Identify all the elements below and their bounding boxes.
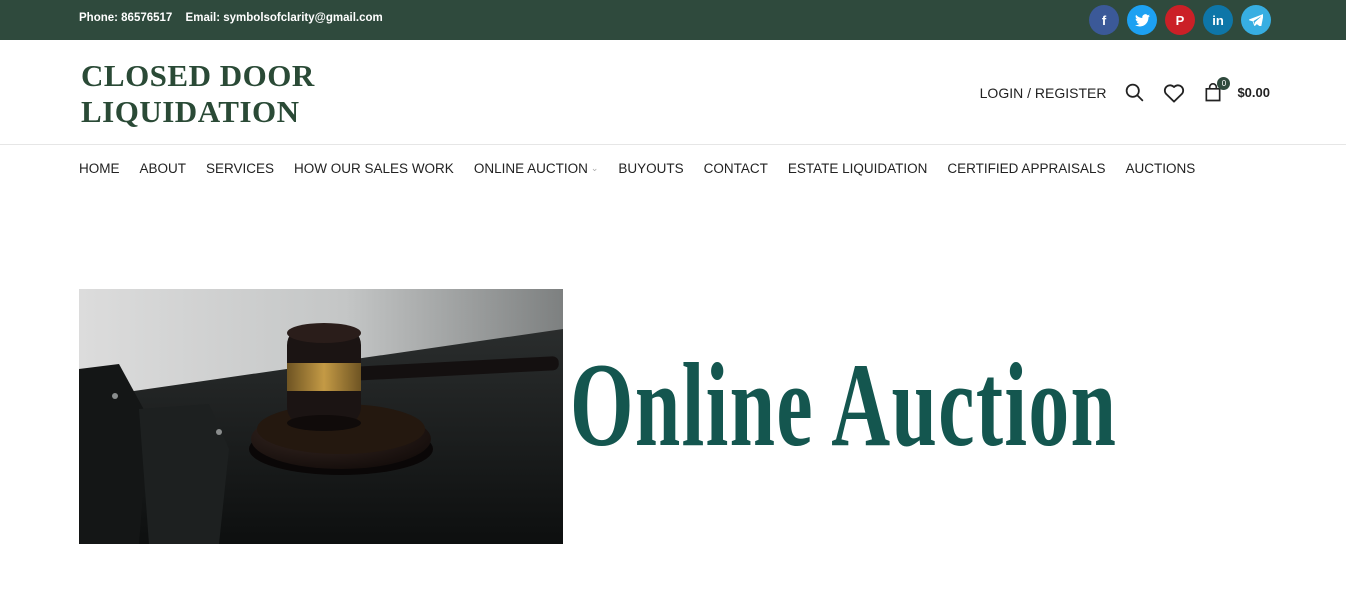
gavel-image bbox=[79, 289, 563, 544]
heart-icon[interactable] bbox=[1163, 83, 1185, 103]
social-links: f P in bbox=[1089, 5, 1271, 35]
nav-about[interactable]: ABOUT bbox=[140, 161, 187, 176]
nav-home[interactable]: HOME bbox=[79, 161, 120, 176]
logo-line-2: LIQUIDATION bbox=[81, 94, 300, 129]
nav-services[interactable]: SERVICES bbox=[206, 161, 274, 176]
top-bar: Phone: 86576517 Email: symbolsofclarity@… bbox=[0, 0, 1346, 40]
chevron-down-icon: ⌄ bbox=[590, 163, 599, 173]
nav-online-auction-label: ONLINE AUCTION bbox=[473, 161, 588, 176]
nav-online-auction[interactable]: ONLINE AUCTION ⌄ bbox=[474, 161, 599, 176]
email-text[interactable]: Email: symbolsofclarity@gmail.com bbox=[186, 12, 383, 24]
cart-total[interactable]: $0.00 bbox=[1237, 85, 1270, 100]
nav-contact[interactable]: CONTACT bbox=[704, 161, 768, 176]
nav-buyouts[interactable]: BUYOUTS bbox=[618, 161, 683, 176]
site-logo[interactable]: CLOSED DOOR LIQUIDATION bbox=[81, 58, 315, 130]
phone-text: Phone: 86576517 bbox=[79, 12, 173, 24]
cart-count-badge: 0 bbox=[1217, 76, 1231, 90]
nav-auctions[interactable]: AUCTIONS bbox=[1125, 161, 1195, 176]
main-nav: HOME ABOUT SERVICES HOW OUR SALES WORK O… bbox=[79, 161, 1195, 176]
facebook-icon[interactable]: f bbox=[1089, 5, 1119, 35]
site-header: CLOSED DOOR LIQUIDATION LOGIN / REGISTER… bbox=[0, 40, 1346, 145]
login-register-link[interactable]: LOGIN / REGISTER bbox=[980, 85, 1107, 101]
header-actions: LOGIN / REGISTER 0 $0.00 bbox=[980, 76, 1270, 103]
twitter-icon[interactable] bbox=[1127, 5, 1157, 35]
nav-certified-appraisals[interactable]: CERTIFIED APPRAISALS bbox=[947, 161, 1105, 176]
nav-how-our-sales-work[interactable]: HOW OUR SALES WORK bbox=[294, 161, 454, 176]
pinterest-icon[interactable]: P bbox=[1165, 5, 1195, 35]
telegram-icon[interactable] bbox=[1241, 5, 1271, 35]
logo-line-1: CLOSED DOOR bbox=[81, 58, 315, 93]
contact-info: Phone: 86576517 Email: symbolsofclarity@… bbox=[79, 12, 393, 24]
search-icon[interactable] bbox=[1124, 82, 1145, 103]
cart-icon[interactable]: 0 bbox=[1203, 76, 1231, 103]
linkedin-icon[interactable]: in bbox=[1203, 5, 1233, 35]
nav-estate-liquidation[interactable]: ESTATE LIQUIDATION bbox=[788, 161, 928, 176]
online-auction-banner-title: Online Auction bbox=[570, 338, 1118, 471]
